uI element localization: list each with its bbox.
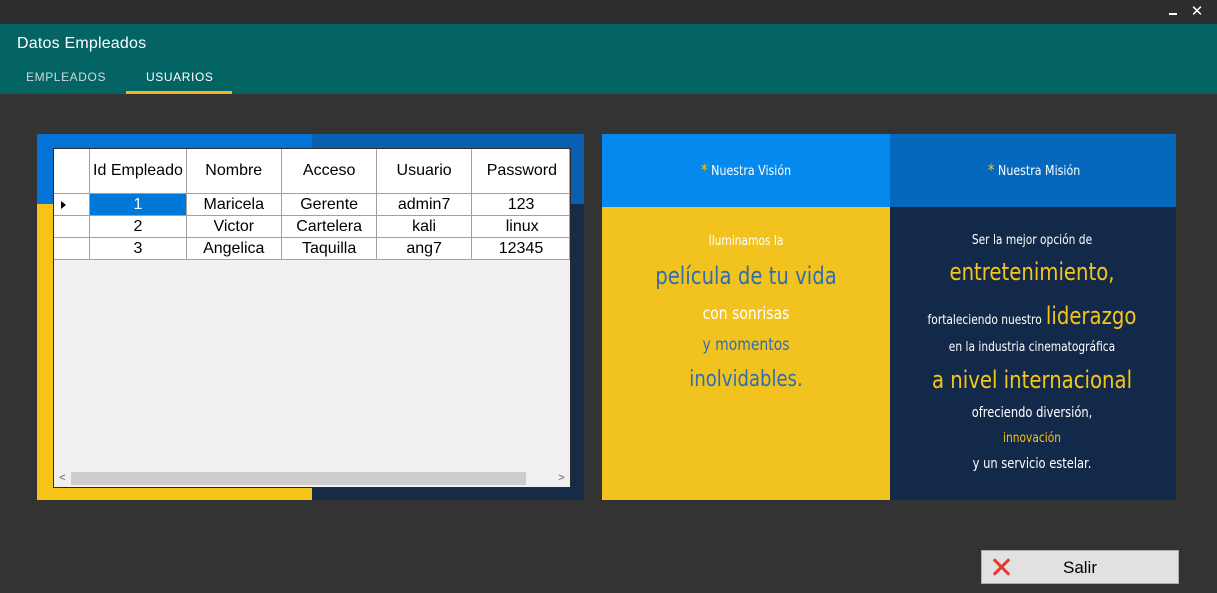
star-icon: * bbox=[700, 160, 708, 179]
active-tab-indicator bbox=[126, 91, 232, 94]
app-header: Datos Empleados EMPLEADOS USUARIOS bbox=[0, 24, 1217, 94]
mision-line-group: fortaleciendo nuestro liderazgo bbox=[914, 302, 1150, 330]
horizontal-scrollbar[interactable]: < > bbox=[54, 470, 570, 487]
grid-background-banner: Id Empleado Nombre Acceso Usuario Passwo… bbox=[37, 134, 584, 500]
mision-header: * Nuestra Misión bbox=[987, 160, 1081, 179]
mision-line: liderazgo bbox=[1045, 302, 1137, 330]
table-row[interactable]: 3 Angelica Taquilla ang7 12345 bbox=[54, 237, 570, 260]
mision-line: en la industria cinematográfica bbox=[948, 340, 1116, 355]
scroll-left-icon[interactable]: < bbox=[54, 470, 71, 487]
table-cell[interactable]: 12345 bbox=[471, 237, 570, 260]
mision-line: a nivel internacional bbox=[931, 366, 1133, 394]
red-x-icon bbox=[990, 556, 1012, 578]
vision-line: con sonrisas bbox=[702, 304, 790, 324]
header-row: Id Empleado Nombre Acceso Usuario Passwo… bbox=[54, 149, 570, 194]
table-cell[interactable]: 3 bbox=[89, 237, 187, 260]
mision-line: ofreciendo diversión, bbox=[971, 405, 1093, 421]
tab-usuarios[interactable]: USUARIOS bbox=[146, 70, 213, 84]
vision-line: inolvidables. bbox=[689, 367, 803, 392]
column-header-usuario[interactable]: Usuario bbox=[376, 149, 472, 194]
column-header-password[interactable]: Password bbox=[471, 149, 570, 194]
vision-header: * Nuestra Visión bbox=[700, 160, 792, 179]
row-header[interactable] bbox=[54, 215, 91, 238]
table-row[interactable]: 2 Victor Cartelera kali linux bbox=[54, 215, 570, 238]
table-cell[interactable]: admin7 bbox=[376, 193, 472, 216]
vision-line: película de tu vida bbox=[655, 262, 837, 290]
window-titlebar: ✕ bbox=[0, 0, 1217, 24]
table-cell[interactable]: Maricela bbox=[186, 193, 282, 216]
users-table: Id Empleado Nombre Acceso Usuario Passwo… bbox=[54, 149, 570, 260]
column-header-acceso[interactable]: Acceso bbox=[281, 149, 378, 194]
users-data-grid[interactable]: Id Empleado Nombre Acceso Usuario Passwo… bbox=[53, 148, 571, 488]
scroll-right-icon[interactable]: > bbox=[553, 470, 570, 487]
mision-line: entretenimiento, bbox=[949, 258, 1115, 286]
minimize-icon[interactable] bbox=[1165, 3, 1181, 19]
mision-line: innovación bbox=[1003, 431, 1061, 446]
exit-button[interactable]: Salir bbox=[981, 550, 1179, 584]
column-header-nombre[interactable]: Nombre bbox=[186, 149, 282, 194]
vision-line: Iluminamos la bbox=[708, 234, 784, 249]
window-title: Datos Empleados bbox=[17, 35, 147, 52]
tab-empleados[interactable]: EMPLEADOS bbox=[26, 70, 106, 84]
table-row[interactable]: 1 Maricela Gerente admin7 123 bbox=[54, 193, 570, 216]
table-cell[interactable]: ang7 bbox=[376, 237, 472, 260]
exit-button-label: Salir bbox=[1062, 558, 1097, 577]
close-icon[interactable]: ✕ bbox=[1189, 3, 1205, 19]
mision-line: Ser la mejor opción de bbox=[971, 233, 1093, 248]
row-header[interactable] bbox=[54, 193, 91, 216]
table-cell[interactable]: linux bbox=[471, 215, 570, 238]
table-cell[interactable]: Gerente bbox=[281, 193, 378, 216]
current-row-arrow-icon bbox=[61, 200, 66, 209]
row-header-corner bbox=[54, 149, 91, 194]
vision-line: y momentos bbox=[702, 335, 790, 355]
table-cell[interactable]: Angelica bbox=[186, 237, 282, 260]
table-cell[interactable]: 1 bbox=[89, 193, 187, 216]
vision-mision-banner: * Nuestra Visión * Nuestra Misión Ilumin… bbox=[602, 134, 1176, 500]
mision-line: y un servicio estelar. bbox=[972, 456, 1092, 472]
table-cell[interactable]: Victor bbox=[186, 215, 282, 238]
table-cell[interactable]: 123 bbox=[471, 193, 570, 216]
table-cell[interactable]: 2 bbox=[89, 215, 187, 238]
table-cell[interactable]: Cartelera bbox=[281, 215, 378, 238]
table-cell[interactable]: Taquilla bbox=[281, 237, 378, 260]
table-cell[interactable]: kali bbox=[376, 215, 472, 238]
scrollbar-thumb[interactable] bbox=[71, 472, 526, 485]
mision-line: fortaleciendo nuestro bbox=[927, 313, 1042, 328]
column-header-id-empleado[interactable]: Id Empleado bbox=[89, 149, 187, 194]
star-icon: * bbox=[987, 160, 995, 179]
row-header[interactable] bbox=[54, 237, 91, 260]
